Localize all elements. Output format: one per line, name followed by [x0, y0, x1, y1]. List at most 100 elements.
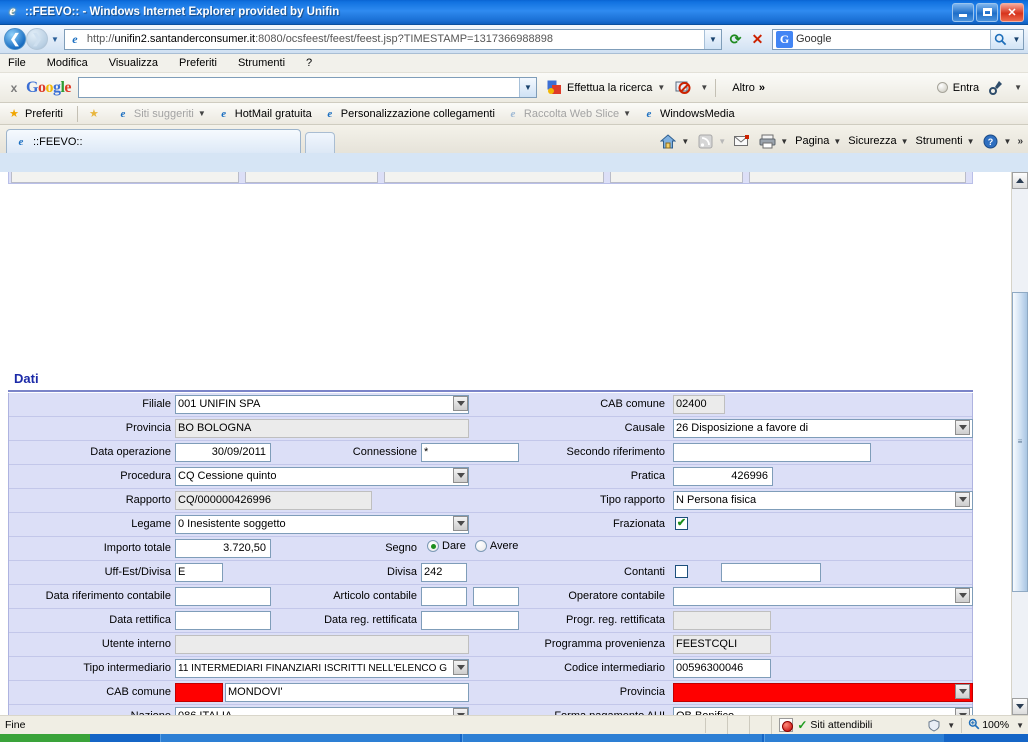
scroll-down-button[interactable]: [1012, 698, 1028, 715]
legame-dropdown-icon[interactable]: [453, 516, 468, 531]
operatore-contabile-dropdown-icon[interactable]: [955, 588, 970, 603]
feeds-button[interactable]: ▼: [696, 132, 726, 150]
checkbox-contanti[interactable]: [675, 565, 688, 578]
chevron-down-icon[interactable]: ▼: [780, 137, 788, 146]
security-menu[interactable]: Sicurezza ▼: [848, 135, 908, 147]
field-pratica[interactable]: 426996: [673, 467, 773, 486]
field-importo-totale[interactable]: 3.720,50: [175, 539, 271, 558]
field-cab-comune-name[interactable]: MONDOVI': [225, 683, 469, 702]
google-search-dropdown-icon[interactable]: ▼: [519, 78, 537, 97]
field-codice-intermediario[interactable]: 00596300046: [673, 659, 771, 678]
checkbox-frazionata[interactable]: [675, 517, 688, 530]
google-search-button[interactable]: Effettua la ricerca ▼: [546, 79, 665, 96]
page-scrollbar-vertical[interactable]: ≡: [1011, 172, 1028, 715]
scroll-up-button[interactable]: [1012, 172, 1028, 189]
page-menu[interactable]: Pagina ▼: [795, 135, 841, 147]
chevron-down-icon[interactable]: ▼: [1014, 83, 1022, 92]
taskbar-item[interactable]: [764, 734, 944, 742]
favorite-suggested-sites[interactable]: e Siti suggeriti ▼: [115, 106, 206, 122]
popup-blocker-button[interactable]: ▼: [674, 79, 708, 96]
google-search-field[interactable]: ▼: [78, 77, 538, 98]
menu-strumenti[interactable]: Strumenti: [238, 57, 285, 69]
google-settings-button[interactable]: ▼: [988, 79, 1022, 96]
chevron-down-icon[interactable]: ▼: [681, 137, 689, 146]
search-go-button[interactable]: [990, 29, 1010, 49]
field-connessione[interactable]: *: [421, 443, 519, 462]
menu-file[interactable]: File: [8, 57, 26, 69]
radio-dare[interactable]: [427, 540, 439, 552]
field-contanti-amount[interactable]: [721, 563, 821, 582]
zoom-control[interactable]: 100% ▼: [961, 717, 1028, 733]
forma-pagamento-dropdown-icon[interactable]: [955, 708, 970, 715]
favorite-personalizzazione[interactable]: e Personalizzazione collegamenti: [322, 106, 495, 122]
taskbar-item[interactable]: [462, 734, 762, 742]
start-button-strip[interactable]: [0, 734, 90, 742]
field-uff-est-divisa[interactable]: E: [175, 563, 223, 582]
close-button[interactable]: ✕: [1000, 2, 1024, 22]
field-data-riferimento-contabile[interactable]: [175, 587, 271, 606]
field-filiale[interactable]: 001 UNIFIN SPA: [175, 395, 469, 414]
chevron-down-icon[interactable]: ▼: [1016, 721, 1024, 730]
overflow-chevron-icon[interactable]: »: [1017, 136, 1023, 147]
field-data-reg-rettificata[interactable]: [421, 611, 519, 630]
chevron-down-icon[interactable]: ▼: [657, 83, 665, 92]
toolbar-close-icon[interactable]: x: [6, 81, 22, 95]
chevron-down-icon[interactable]: ▼: [901, 137, 909, 146]
filiale-dropdown-icon[interactable]: [453, 396, 468, 411]
favorites-button[interactable]: ★ Preferiti: [6, 106, 63, 122]
field-causale[interactable]: 26 Disposizione a favore di: [673, 419, 973, 438]
tipo-intermediario-dropdown-icon[interactable]: [453, 660, 468, 675]
add-to-favorites-button[interactable]: ★: [86, 106, 105, 122]
print-button[interactable]: ▼: [758, 132, 788, 150]
chevron-down-icon[interactable]: ▼: [700, 83, 708, 92]
help-menu[interactable]: ? ▼: [982, 132, 1012, 150]
radio-avere[interactable]: [474, 540, 487, 552]
chevron-down-icon[interactable]: ▼: [198, 109, 206, 118]
refresh-icon[interactable]: ⟳: [725, 29, 746, 50]
tools-menu[interactable]: Strumenti ▼: [916, 135, 975, 147]
stop-icon[interactable]: ✕: [747, 29, 768, 50]
field-provincia-right[interactable]: [673, 683, 973, 702]
google-signin-button[interactable]: Entra: [936, 82, 979, 94]
history-dropdown-icon[interactable]: ▼: [51, 35, 59, 44]
chevron-down-icon[interactable]: ▼: [1004, 137, 1012, 146]
maximize-button[interactable]: [976, 2, 998, 22]
chevron-down-icon[interactable]: ▼: [833, 137, 841, 146]
field-data-operazione[interactable]: 30/09/2011: [175, 443, 271, 462]
menu-visualizza[interactable]: Visualizza: [109, 57, 158, 69]
field-procedura[interactable]: CQ Cessione quinto: [175, 467, 469, 486]
nazione-dropdown-icon[interactable]: [453, 708, 468, 715]
field-tipo-intermediario[interactable]: 11 INTERMEDIARI FINANZIARI ISCRITTI NELL…: [175, 659, 469, 678]
back-button[interactable]: ❮: [4, 28, 26, 50]
field-legame[interactable]: 0 Inesistente soggetto: [175, 515, 469, 534]
minimize-button[interactable]: [952, 2, 974, 22]
provincia-dropdown-icon[interactable]: [955, 684, 970, 699]
menu-modifica[interactable]: Modifica: [47, 57, 88, 69]
favorite-windowsmedia[interactable]: e WindowsMedia: [641, 106, 735, 122]
procedura-dropdown-icon[interactable]: [453, 468, 468, 483]
chevron-down-icon[interactable]: ▼: [947, 721, 955, 730]
search-dropdown-icon[interactable]: ▼: [1010, 29, 1023, 49]
menu-preferiti[interactable]: Preferiti: [179, 57, 217, 69]
field-articolo-contabile-a[interactable]: [421, 587, 467, 606]
menu-help[interactable]: ?: [306, 57, 312, 69]
address-dropdown-icon[interactable]: ▼: [704, 29, 721, 49]
field-forma-pagamento-aui[interactable]: OB Bonifico: [673, 707, 973, 715]
scrollbar-thumb[interactable]: ≡: [1012, 292, 1028, 592]
google-more-button[interactable]: Altro »: [732, 82, 765, 94]
search-input[interactable]: G Google ▼: [772, 28, 1024, 50]
mail-button[interactable]: [733, 132, 751, 150]
causale-dropdown-icon[interactable]: [955, 420, 970, 435]
favorite-web-slice[interactable]: e Raccolta Web Slice ▼: [505, 106, 631, 122]
favorite-hotmail[interactable]: e HotMail gratuita: [216, 106, 312, 122]
field-operatore-contabile[interactable]: [673, 587, 973, 606]
home-button[interactable]: ▼: [659, 132, 689, 150]
chevron-down-icon[interactable]: ▼: [967, 137, 975, 146]
chevron-down-icon[interactable]: ▼: [623, 109, 631, 118]
field-tipo-rapporto[interactable]: N Persona fisica: [673, 491, 973, 510]
tab-feevo[interactable]: e ::FEEVO::: [6, 129, 301, 153]
security-zone[interactable]: ✓ Siti attendibili: [772, 718, 878, 733]
field-nazione[interactable]: 086 ITALIA: [175, 707, 469, 715]
forward-button[interactable]: ❯: [26, 28, 48, 50]
protected-mode-indicator[interactable]: ▼: [920, 718, 961, 733]
